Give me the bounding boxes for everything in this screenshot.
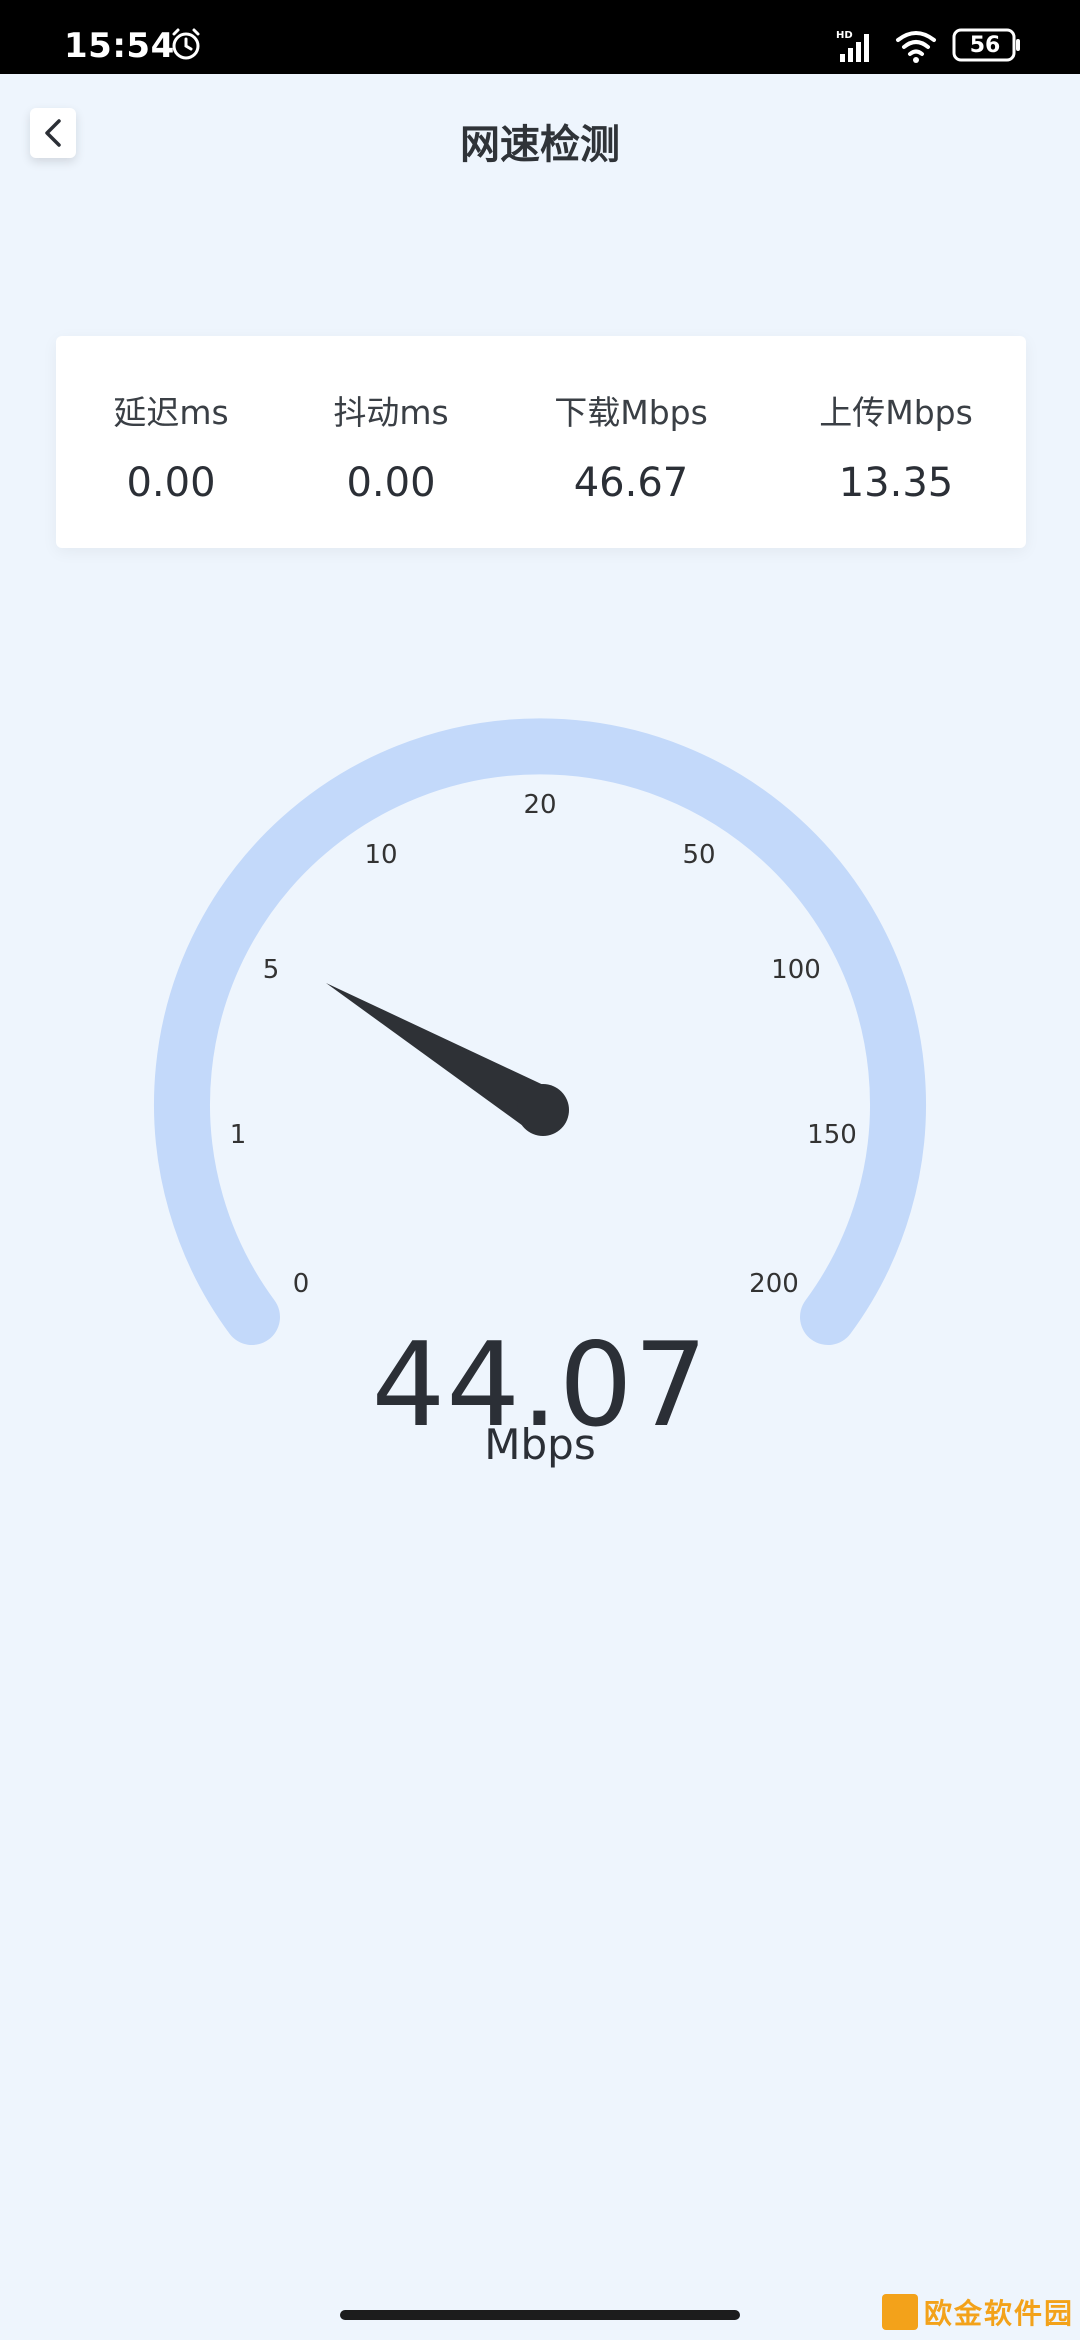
header: 网速检测: [0, 74, 1080, 204]
gauge-needle: [326, 983, 569, 1136]
stat-label: 延迟ms: [113, 393, 229, 432]
status-time: 15:54: [64, 26, 175, 66]
wifi-icon: [896, 31, 936, 63]
svg-text:HD: HD: [836, 30, 853, 41]
tick-label-50: 50: [682, 840, 715, 870]
signal-icon: HD: [836, 30, 869, 62]
gauge-arc: [154, 718, 926, 1345]
home-indicator[interactable]: [340, 2310, 740, 2320]
stat-upload: 上传Mbps 13.35: [796, 336, 996, 548]
stat-latency: 延迟ms 0.00: [96, 336, 246, 548]
stats-card: 延迟ms 0.00 抖动ms 0.00 下载Mbps 46.67 上传Mbps …: [56, 336, 1026, 548]
stat-label: 抖动ms: [333, 393, 449, 432]
stat-value: 0.00: [346, 460, 436, 506]
alarm-icon: [172, 28, 200, 60]
tick-label-10: 10: [364, 840, 397, 870]
watermark: 欧金软件园: [882, 2284, 1080, 2340]
speed-unit: Mbps: [484, 1420, 596, 1469]
tick-label-150: 150: [807, 1120, 857, 1150]
watermark-logo-icon: [882, 2294, 918, 2330]
stat-value: 0.00: [126, 460, 216, 506]
stat-value: 46.67: [573, 460, 689, 506]
tick-label-200: 200: [749, 1269, 799, 1299]
tick-label-0: 0: [293, 1269, 310, 1299]
stat-value: 13.35: [838, 460, 954, 506]
stat-jitter: 抖动ms 0.00: [316, 336, 466, 548]
battery-level: 56: [969, 33, 1001, 58]
stat-download: 下载Mbps 46.67: [536, 336, 726, 548]
stat-label: 上传Mbps: [819, 393, 973, 432]
page-title: 网速检测: [460, 122, 620, 168]
tick-label-5: 5: [263, 955, 280, 985]
watermark-text: 欧金软件园: [924, 2297, 1075, 2330]
stat-label: 下载Mbps: [554, 393, 708, 432]
status-bar: 15:54 HD 56: [0, 0, 1080, 74]
tick-label-1: 1: [230, 1120, 247, 1150]
tick-label-20: 20: [523, 790, 556, 820]
tick-label-100: 100: [771, 955, 821, 985]
